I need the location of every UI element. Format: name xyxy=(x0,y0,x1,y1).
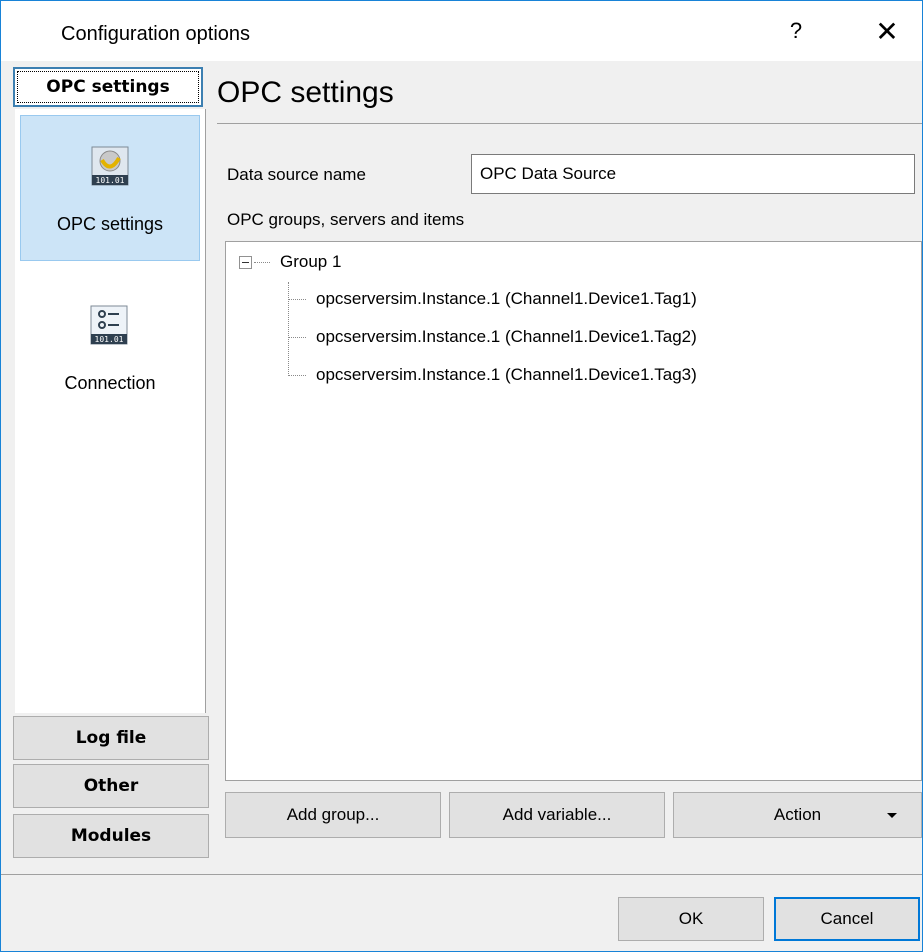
svg-text:101.01: 101.01 xyxy=(95,335,124,344)
nav-section-log-file[interactable]: Log file xyxy=(13,716,209,760)
footer-divider xyxy=(1,874,922,875)
close-button[interactable]: ✕ xyxy=(864,1,910,61)
page-title: OPC settings xyxy=(217,76,394,109)
help-button[interactable]: ? xyxy=(773,1,819,61)
collapse-toggle-icon[interactable] xyxy=(239,256,252,269)
nav-section-modules[interactable]: Modules xyxy=(13,814,209,858)
data-source-name-field[interactable] xyxy=(471,154,915,194)
add-variable-button[interactable]: Add variable... xyxy=(449,792,665,838)
action-label: Action xyxy=(773,805,822,824)
tree-connector xyxy=(288,375,306,376)
nav-panel: 101.01 OPC settings 101.01 Connection xyxy=(15,109,206,713)
window-title: Configuration options xyxy=(61,23,251,45)
tree-connector xyxy=(254,262,270,263)
dropdown-arrow-icon xyxy=(887,813,897,818)
configuration-dialog: Configuration options ? ✕ OPC settings 1… xyxy=(0,0,923,952)
cancel-button[interactable]: Cancel xyxy=(774,897,920,941)
tree-item[interactable]: opcserversim.Instance.1 (Channel1.Device… xyxy=(316,289,697,309)
title-bar: Configuration options ? ✕ xyxy=(1,1,922,61)
action-dropdown-button[interactable]: Action xyxy=(673,792,922,838)
ok-button[interactable]: OK xyxy=(618,897,764,941)
nav-section-other[interactable]: Other xyxy=(13,764,209,808)
opc-settings-icon: 101.01 xyxy=(91,146,129,186)
tree-group-item[interactable]: Group 1 xyxy=(280,252,341,272)
connection-icon: 101.01 xyxy=(90,305,128,345)
nav-item-label: OPC settings xyxy=(56,214,164,234)
data-source-name-label: Data source name xyxy=(227,165,366,184)
nav-section-opc-settings[interactable]: OPC settings xyxy=(13,67,203,107)
tree-connector xyxy=(288,299,306,300)
nav-item-connection[interactable]: 101.01 Connection xyxy=(20,275,200,421)
tree-item[interactable]: opcserversim.Instance.1 (Channel1.Device… xyxy=(316,327,697,347)
opc-tree-view[interactable]: Group 1 opcserversim.Instance.1 (Channel… xyxy=(225,241,922,781)
tree-connector xyxy=(288,337,306,338)
nav-item-label: Connection xyxy=(64,373,156,393)
nav-item-opc-settings[interactable]: 101.01 OPC settings xyxy=(20,115,200,261)
opc-groups-label: OPC groups, servers and items xyxy=(227,210,465,229)
tree-connector xyxy=(288,282,289,376)
divider xyxy=(217,123,922,124)
tree-item[interactable]: opcserversim.Instance.1 (Channel1.Device… xyxy=(316,365,697,385)
svg-text:101.01: 101.01 xyxy=(96,176,125,185)
add-group-button[interactable]: Add group... xyxy=(225,792,441,838)
